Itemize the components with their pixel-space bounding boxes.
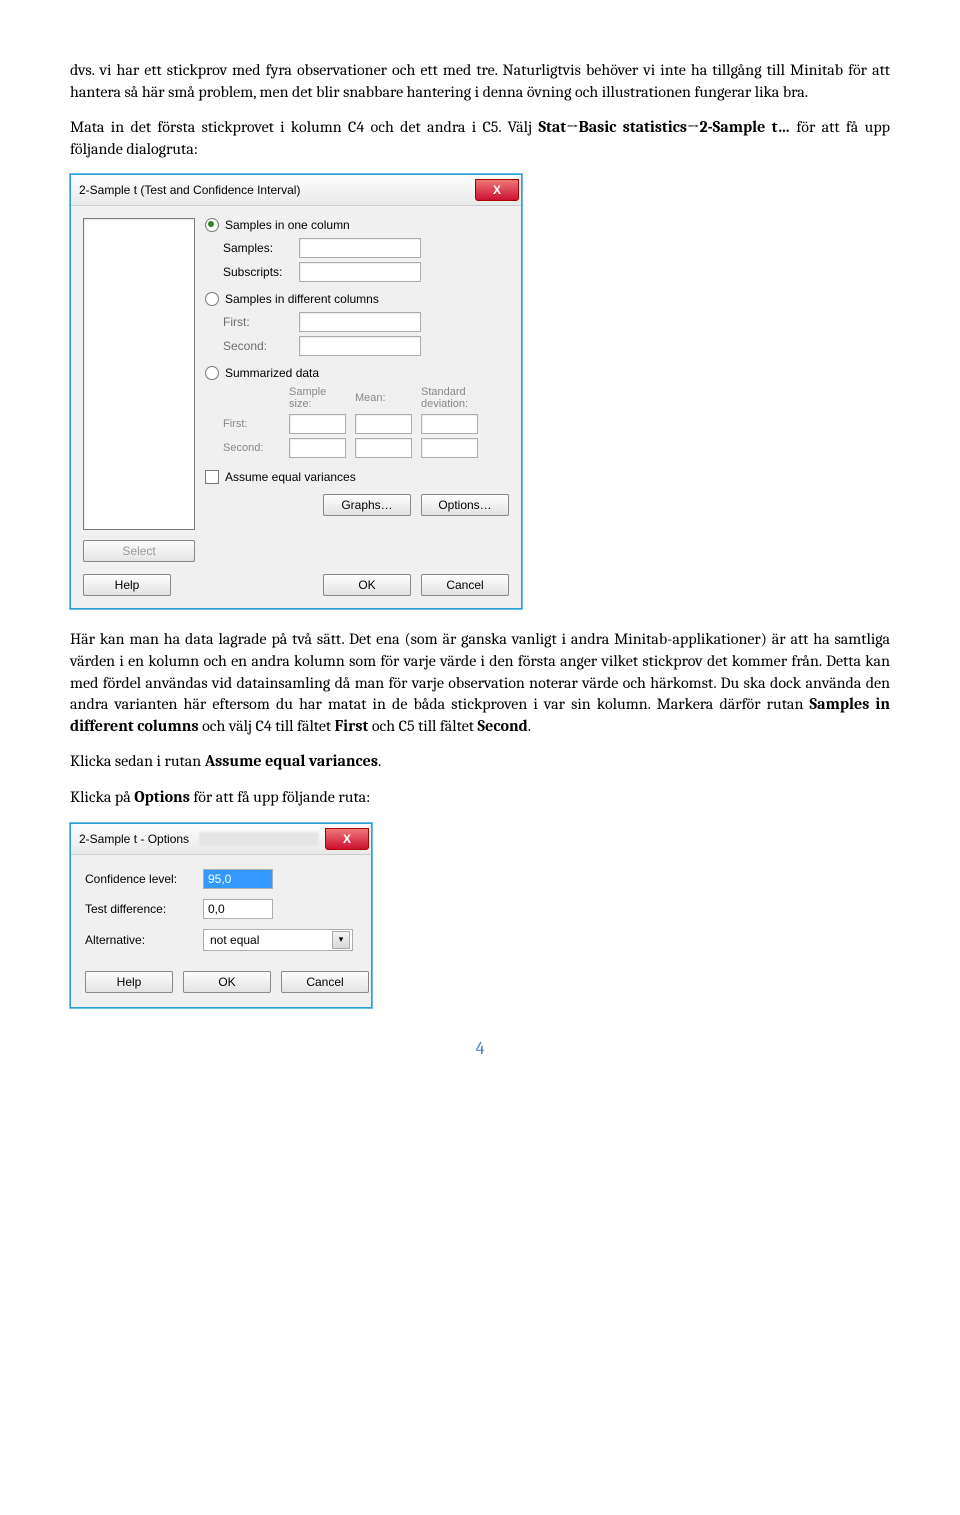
header-sample-size: Sample size: — [289, 386, 349, 410]
combobox-value: not equal — [210, 933, 259, 947]
label-first: First: — [223, 315, 293, 329]
label-second-row: Second: — [223, 442, 283, 454]
text: och C5 till fältet — [368, 717, 477, 735]
text: och välj C4 till fältet — [199, 717, 335, 735]
second-mean-input[interactable] — [355, 438, 412, 458]
titlebar: 2-Sample t - Options X — [71, 824, 371, 855]
variable-listbox[interactable] — [83, 218, 195, 530]
text: Klicka på — [70, 788, 134, 806]
samples-input[interactable] — [299, 238, 421, 258]
first-input[interactable] — [299, 312, 421, 332]
blurred-area — [199, 832, 319, 846]
graphs-button[interactable]: Graphs… — [323, 494, 411, 516]
label-subscripts: Subscripts: — [223, 265, 293, 279]
radio-different-columns[interactable] — [205, 292, 219, 306]
paragraph-4: Klicka sedan i rutan Assume equal varian… — [70, 751, 890, 773]
cancel-button[interactable]: Cancel — [421, 574, 509, 596]
checkbox-assume-equal-var[interactable] — [205, 470, 219, 484]
options-button[interactable]: Options… — [421, 494, 509, 516]
dialog-2sample-options: 2-Sample t - Options X Confidence level:… — [70, 823, 372, 1008]
confidence-input[interactable]: 95,0 — [203, 869, 273, 889]
opt-name: First — [335, 717, 369, 735]
dialog-title: 2-Sample t - Options — [79, 832, 189, 846]
text: . — [378, 752, 381, 770]
menu-path: Stat→Basic statistics→2-Sample t… — [538, 118, 790, 136]
label-alternative: Alternative: — [85, 933, 195, 947]
text: Mata in det första stickprovet i kolumn … — [70, 118, 538, 136]
text: Klicka sedan i rutan — [70, 752, 205, 770]
cancel-button[interactable]: Cancel — [281, 971, 369, 993]
label-samples: Samples: — [223, 241, 293, 255]
first-size-input[interactable] — [289, 414, 346, 434]
close-icon[interactable]: X — [325, 828, 369, 850]
paragraph-5: Klicka på Options för att få upp följand… — [70, 787, 890, 809]
dialog-2sample-t: 2-Sample t (Test and Confidence Interval… — [70, 174, 522, 609]
page-number: 4 — [70, 1038, 890, 1059]
second-input[interactable] — [299, 336, 421, 356]
second-stddev-input[interactable] — [421, 438, 478, 458]
header-mean: Mean: — [355, 392, 415, 404]
ok-button[interactable]: OK — [183, 971, 271, 993]
text: för att få upp följande ruta: — [190, 788, 371, 806]
chevron-down-icon[interactable]: ▾ — [332, 931, 350, 949]
first-mean-input[interactable] — [355, 414, 412, 434]
select-button[interactable]: Select — [83, 540, 195, 562]
help-button[interactable]: Help — [85, 971, 173, 993]
label-confidence: Confidence level: — [85, 872, 195, 886]
paragraph-1: dvs. vi har ett stickprov med fyra obser… — [70, 60, 890, 103]
ok-button[interactable]: OK — [323, 574, 411, 596]
titlebar: 2-Sample t (Test and Confidence Interval… — [71, 175, 521, 206]
alternative-combobox[interactable]: not equal ▾ — [203, 929, 353, 951]
opt-name: Assume equal variances — [205, 752, 378, 770]
paragraph-2: Mata in det första stickprovet i kolumn … — [70, 117, 890, 160]
radio-label: Samples in one column — [225, 218, 350, 232]
test-diff-input[interactable]: 0,0 — [203, 899, 273, 919]
close-icon[interactable]: X — [475, 179, 519, 201]
radio-label: Samples in different columns — [225, 292, 379, 306]
first-stddev-input[interactable] — [421, 414, 478, 434]
label-test-diff: Test difference: — [85, 902, 195, 916]
radio-label: Summarized data — [225, 366, 319, 380]
header-stddev: Standard deviation: — [421, 386, 486, 410]
radio-samples-one-column[interactable] — [205, 218, 219, 232]
opt-name: Second — [477, 717, 527, 735]
second-size-input[interactable] — [289, 438, 346, 458]
paragraph-3: Här kan man ha data lagrade på två sätt.… — [70, 629, 890, 737]
radio-summarized[interactable] — [205, 366, 219, 380]
help-button[interactable]: Help — [83, 574, 171, 596]
text: Här kan man ha data lagrade på två sätt.… — [70, 630, 890, 713]
label-first-row: First: — [223, 418, 283, 430]
text: . — [528, 717, 531, 735]
opt-name: Options — [134, 788, 190, 806]
checkbox-label: Assume equal variances — [225, 470, 356, 484]
subscripts-input[interactable] — [299, 262, 421, 282]
dialog-title: 2-Sample t (Test and Confidence Interval… — [79, 183, 300, 197]
label-second: Second: — [223, 339, 293, 353]
